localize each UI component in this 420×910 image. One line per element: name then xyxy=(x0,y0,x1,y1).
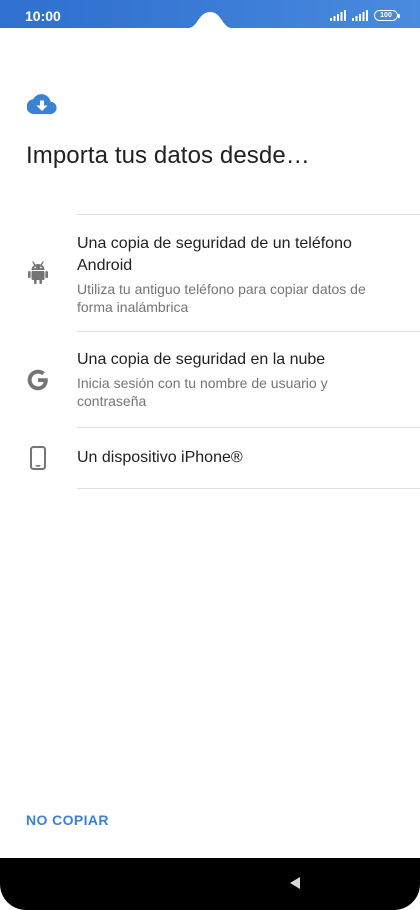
option-subtitle: Utiliza tu antiguo teléfono para copiar … xyxy=(77,280,366,315)
option-android-backup[interactable]: Una copia de seguridad de un teléfono An… xyxy=(0,215,420,331)
option-subtitle: Inicia sesión con tu nombre de usuario y… xyxy=(77,375,328,409)
status-bar: 10:00 100 xyxy=(0,0,420,34)
signal-2-icon xyxy=(352,10,368,21)
import-options-list: Una copia de seguridad de un teléfono An… xyxy=(0,214,420,489)
battery-level: 100 xyxy=(380,12,392,19)
phone-screen: 10:00 100 Importa tus datos desde… Una c… xyxy=(0,0,420,910)
option-cloud-backup[interactable]: Una copia de seguridad en la nube Inicia… xyxy=(0,332,420,427)
status-time: 10:00 xyxy=(25,8,61,24)
android-icon xyxy=(26,261,50,285)
option-texts: Un dispositivo iPhone® xyxy=(77,447,265,469)
status-icons: 100 xyxy=(330,10,400,21)
option-iphone-device[interactable]: Un dispositivo iPhone® xyxy=(0,428,420,488)
cloud-download-icon xyxy=(27,94,57,115)
option-texts: Una copia de seguridad de un teléfono An… xyxy=(77,231,420,316)
navigation-bar xyxy=(0,858,420,910)
option-texts: Una copia de seguridad en la nube Inicia… xyxy=(77,349,420,410)
signal-1-icon xyxy=(330,10,346,21)
divider xyxy=(77,488,420,489)
option-title: Una copia de seguridad en la nube xyxy=(77,351,326,368)
battery-icon: 100 xyxy=(374,10,400,21)
no-copy-button[interactable]: NO COPIAR xyxy=(26,812,109,828)
smartphone-icon xyxy=(26,446,50,470)
option-title: Un dispositivo iPhone® xyxy=(77,449,243,466)
google-icon xyxy=(26,368,50,392)
back-triangle-icon[interactable] xyxy=(288,876,302,890)
option-title: Una copia de seguridad de un teléfono An… xyxy=(77,234,352,274)
page-title: Importa tus datos desde… xyxy=(26,142,310,169)
